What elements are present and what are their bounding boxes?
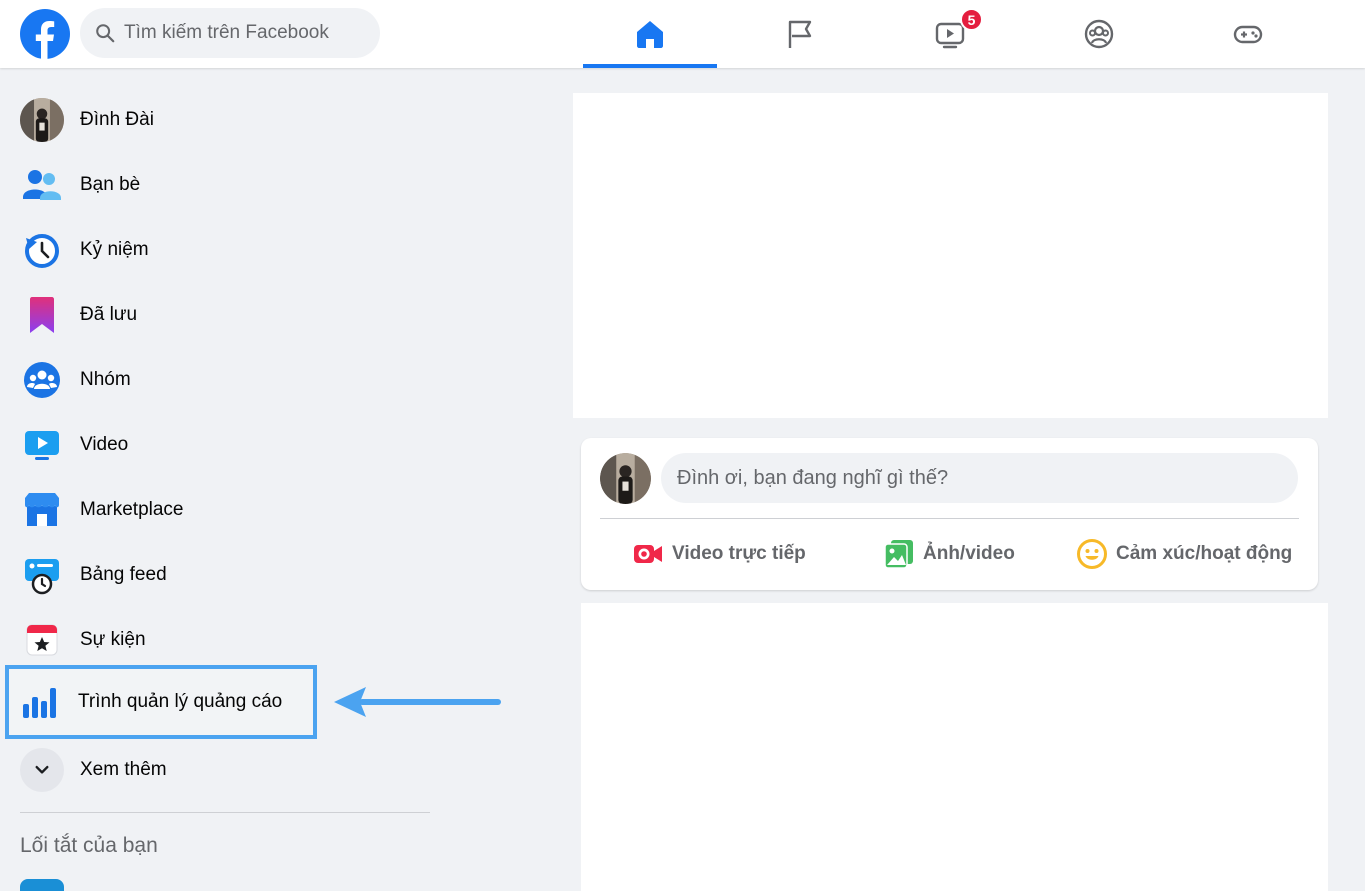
- sidebar-item-feeds[interactable]: Bảng feed: [10, 546, 430, 604]
- sidebar-item-saved[interactable]: Đã lưu: [10, 286, 430, 344]
- annotation-arrow: [334, 687, 501, 717]
- post-composer: Đình ơi, bạn đang nghĩ gì thế? Video trự…: [581, 438, 1318, 590]
- shortcut-icon[interactable]: [20, 879, 64, 891]
- stories-panel: [573, 93, 1328, 418]
- groups-icon: [1084, 19, 1114, 49]
- notification-badge: 5: [960, 8, 983, 31]
- friends-icon: [20, 163, 64, 207]
- sidebar-item-label: Trình quản lý quảng cáo: [78, 691, 283, 712]
- shortcuts-heading: Lối tắt của bạn: [20, 834, 158, 857]
- search-input[interactable]: [124, 22, 374, 44]
- gaming-icon: [1233, 25, 1263, 44]
- facebook-logo-icon[interactable]: [20, 9, 70, 59]
- home-icon: [637, 21, 663, 48]
- marketplace-icon: [20, 488, 64, 532]
- memories-icon: [20, 228, 64, 272]
- sidebar-item-memories[interactable]: Kỷ niệm: [10, 221, 430, 279]
- sidebar-item-label: Đình Đài: [80, 109, 154, 130]
- tab-home[interactable]: [583, 0, 717, 68]
- sidebar-see-more-button[interactable]: Xem thêm: [10, 741, 430, 799]
- sidebar-item-label: Bạn bè: [80, 174, 141, 195]
- sidebar-divider: [20, 812, 430, 813]
- events-icon: [20, 618, 64, 662]
- feed-post-placeholder: [581, 603, 1328, 891]
- sidebar-item-label: Bảng feed: [80, 564, 167, 585]
- chevron-down-icon: [20, 748, 64, 792]
- sidebar-item-groups[interactable]: Nhóm: [10, 351, 430, 409]
- video-icon: [20, 423, 64, 467]
- photo-video-label: Ảnh/video: [923, 543, 1015, 564]
- composer-divider: [600, 518, 1299, 519]
- search-icon: [96, 24, 115, 43]
- composer-avatar[interactable]: [600, 453, 651, 504]
- sidebar-item-label: Video: [80, 434, 129, 455]
- feeds-icon: [20, 553, 64, 597]
- live-video-icon: [634, 545, 662, 563]
- feeling-activity-button[interactable]: Cảm xúc/hoạt động: [1076, 534, 1292, 574]
- profile-avatar: [20, 98, 64, 142]
- sidebar-item-label: Đã lưu: [80, 304, 138, 325]
- top-navigation-bar: 5: [0, 0, 1365, 68]
- feeling-activity-label: Cảm xúc/hoạt động: [1116, 543, 1293, 564]
- saved-icon: [20, 293, 64, 337]
- sidebar-item-label: Kỷ niệm: [80, 239, 149, 260]
- left-sidebar: Đình Đài Bạn bè Kỷ niệm Đã lưu Nhóm Vide…: [0, 68, 440, 891]
- sidebar-item-ads-manager[interactable]: Trình quản lý quảng cáo: [5, 665, 317, 739]
- groups-icon: [20, 358, 64, 402]
- tab-gaming[interactable]: [1181, 0, 1315, 68]
- sidebar-item-label: Marketplace: [80, 499, 184, 520]
- sidebar-item-events[interactable]: Sự kiện: [10, 611, 430, 669]
- photo-icon: [884, 540, 913, 569]
- sidebar-item-label: Xem thêm: [80, 759, 167, 780]
- photo-video-button[interactable]: Ảnh/video: [883, 534, 1015, 574]
- flag-icon: [788, 20, 812, 48]
- sidebar-item-marketplace[interactable]: Marketplace: [10, 481, 430, 539]
- sidebar-item-video[interactable]: Video: [10, 416, 430, 474]
- search-bar[interactable]: [80, 8, 380, 58]
- sidebar-item-friends[interactable]: Bạn bè: [10, 156, 430, 214]
- feeling-icon: [1077, 539, 1107, 569]
- ads-manager-icon: [18, 680, 62, 724]
- composer-input[interactable]: Đình ơi, bạn đang nghĩ gì thế?: [661, 453, 1298, 503]
- sidebar-item-label: Sự kiện: [80, 629, 146, 650]
- live-video-button[interactable]: Video trực tiếp: [632, 534, 806, 574]
- tab-watch[interactable]: 5: [883, 0, 1017, 68]
- tab-pages[interactable]: [733, 0, 867, 68]
- sidebar-item-profile[interactable]: Đình Đài: [10, 91, 430, 149]
- sidebar-item-label: Nhóm: [80, 369, 131, 390]
- tab-groups[interactable]: [1032, 0, 1166, 68]
- live-video-label: Video trực tiếp: [672, 543, 806, 564]
